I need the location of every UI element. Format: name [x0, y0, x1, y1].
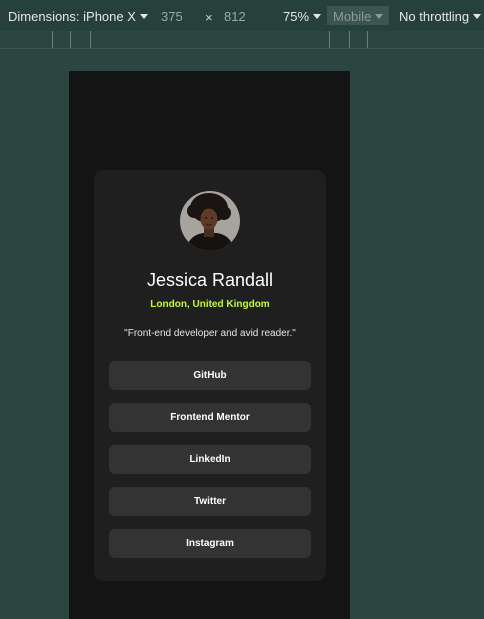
device-viewport: Jessica Randall London, United Kingdom "… [69, 71, 350, 619]
zoom-label: 75% [283, 9, 310, 24]
height-input[interactable]: 812 [224, 9, 246, 24]
profile-card: Jessica Randall London, United Kingdom "… [94, 170, 326, 581]
throttling-dropdown[interactable]: No throttling [399, 9, 482, 24]
media-query-marker[interactable] [349, 31, 350, 48]
social-links: GitHub Frontend Mentor LinkedIn Twitter … [109, 361, 311, 571]
media-query-marker[interactable] [90, 31, 91, 48]
media-query-bar [0, 31, 484, 49]
instagram-link[interactable]: Instagram [109, 529, 311, 558]
media-query-marker[interactable] [329, 31, 330, 48]
avatar-image [180, 191, 240, 251]
twitter-link[interactable]: Twitter [109, 487, 311, 516]
avatar [180, 191, 240, 251]
chevron-down-icon [375, 14, 384, 19]
times-icon: × [205, 10, 213, 25]
chevron-down-icon [139, 14, 148, 19]
frontend-mentor-link[interactable]: Frontend Mentor [109, 403, 311, 432]
throttling-label: No throttling [399, 9, 470, 24]
chevron-down-icon [313, 14, 322, 19]
media-query-marker[interactable] [70, 31, 71, 48]
profile-name: Jessica Randall [146, 270, 274, 290]
profile-location: London, United Kingdom [150, 299, 270, 310]
media-query-marker[interactable] [52, 31, 53, 48]
zoom-dropdown[interactable]: 75% [283, 9, 322, 24]
dimensions-label: Dimensions: iPhone X [8, 9, 136, 24]
device-mode-label: Mobile [333, 9, 372, 24]
github-link[interactable]: GitHub [109, 361, 311, 390]
profile-bio: "Front-end developer and avid reader." [124, 328, 296, 339]
width-input[interactable]: 375 [161, 9, 183, 24]
chevron-down-icon [473, 14, 482, 19]
media-query-marker[interactable] [367, 31, 368, 48]
dimensions-dropdown[interactable]: Dimensions: iPhone X [8, 9, 148, 24]
device-toolbar: Dimensions: iPhone X 375 × 812 75% Mobil… [0, 0, 484, 32]
device-mode-dropdown[interactable]: Mobile [327, 6, 390, 25]
linkedin-link[interactable]: LinkedIn [109, 445, 311, 474]
